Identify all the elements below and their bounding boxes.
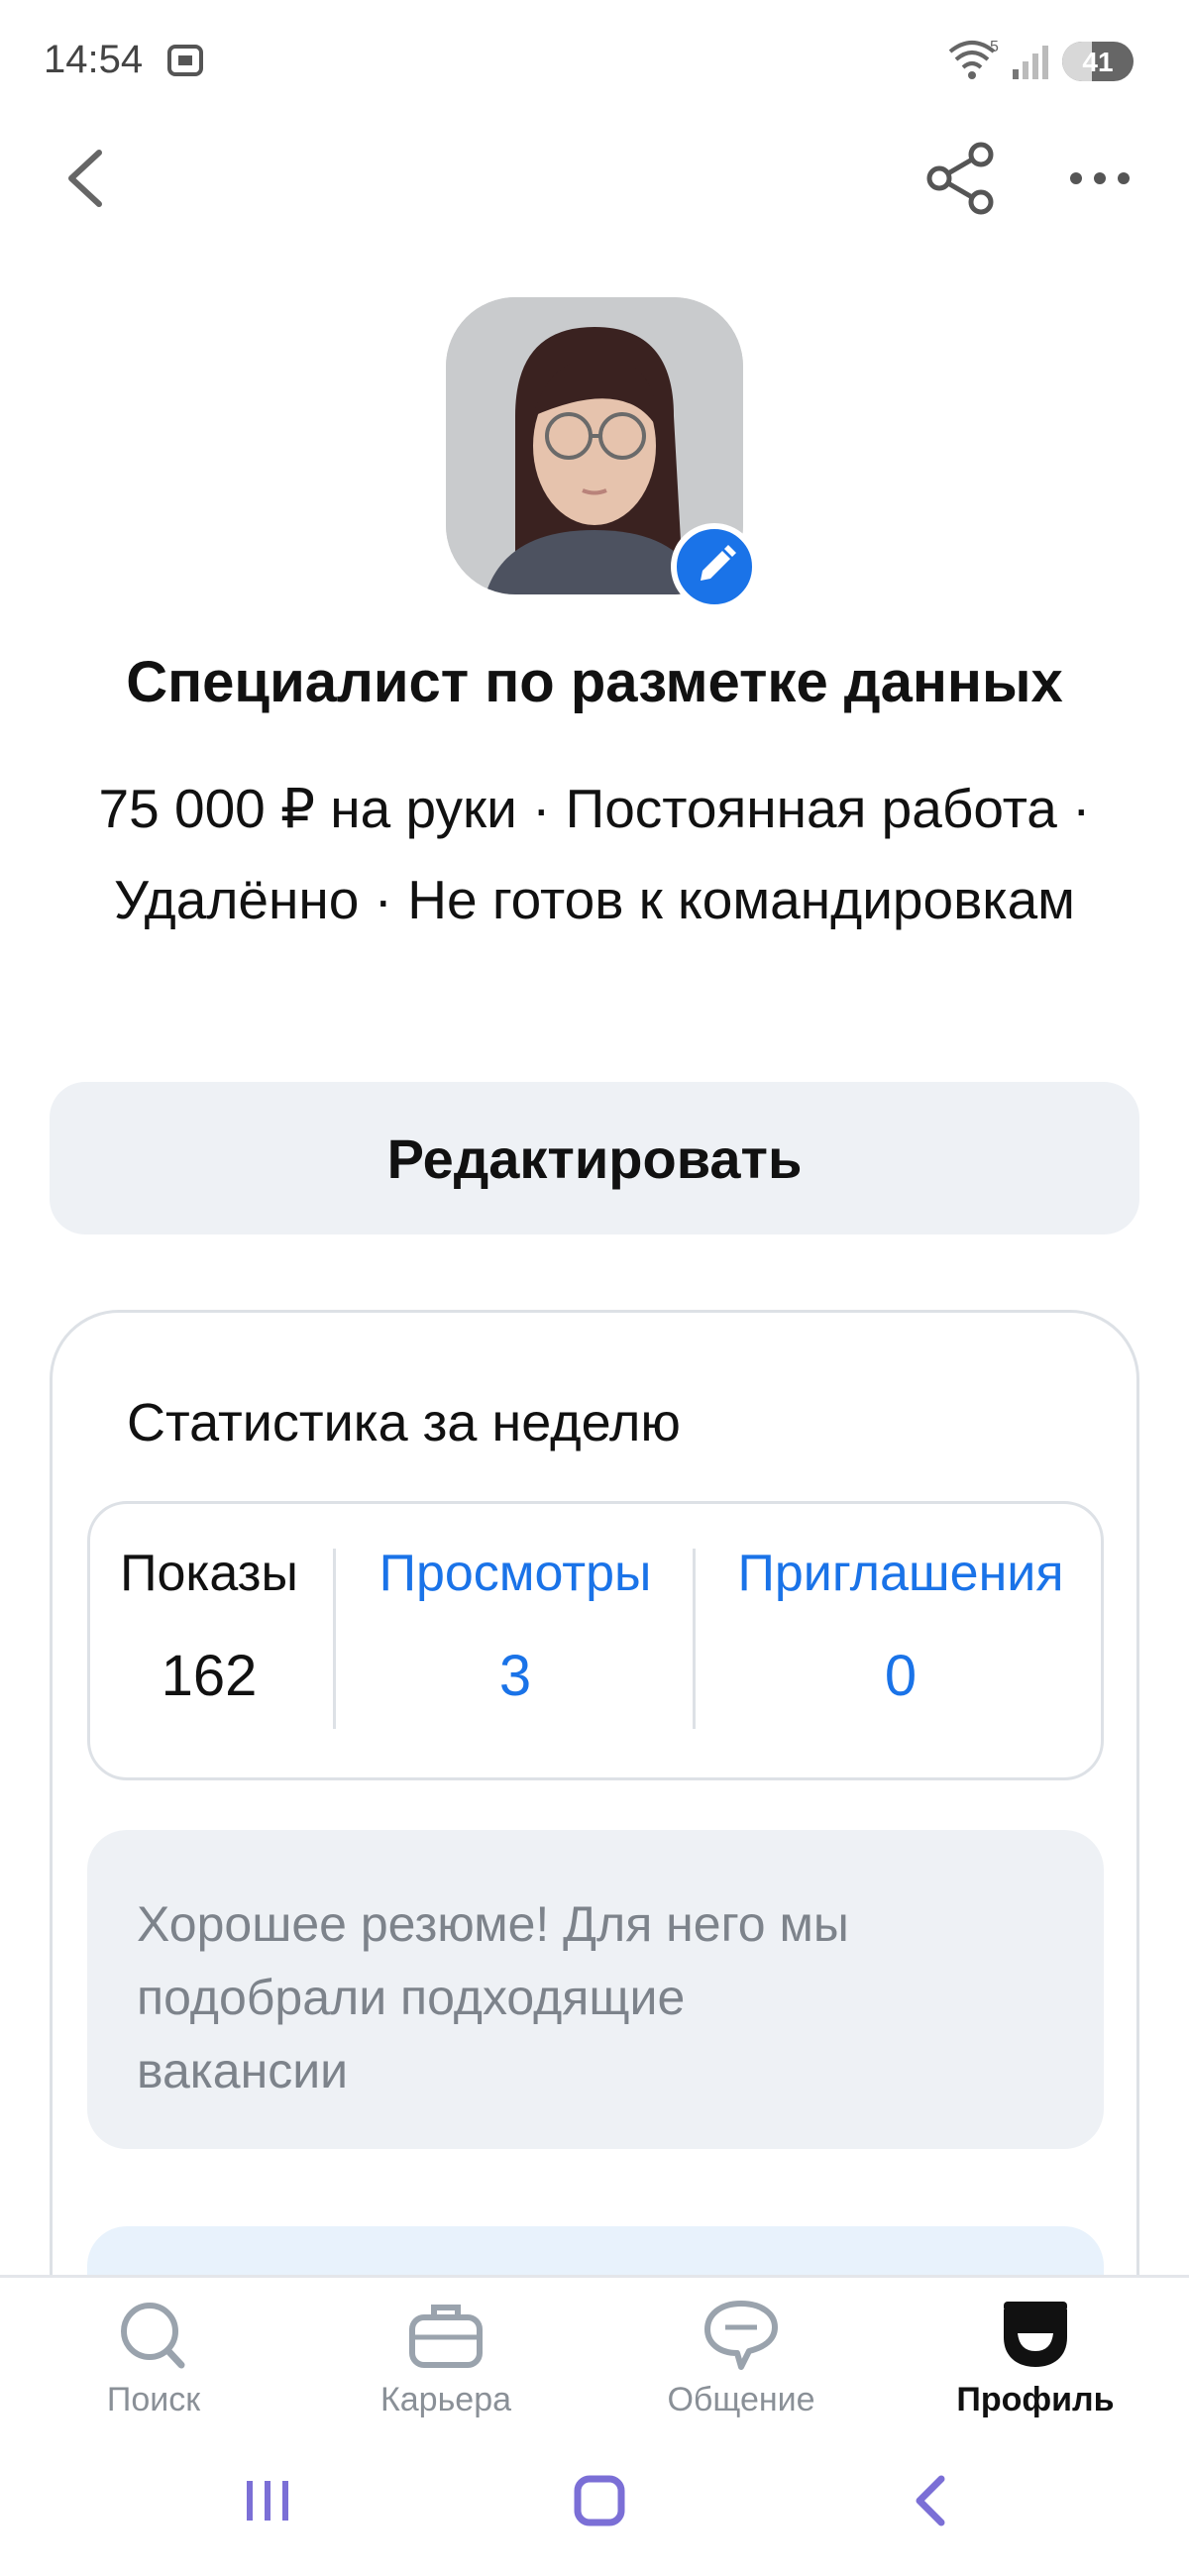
battery-level: 41 [1082, 47, 1114, 77]
stat-impressions: Показы 162 [90, 1544, 328, 1709]
nav-messages[interactable]: Общение [622, 2298, 860, 2419]
stat-value: 3 [498, 1644, 532, 1708]
battery-indicator: 41 [1062, 42, 1134, 81]
nav-profile[interactable]: Профиль [917, 2298, 1154, 2419]
resume-title: Специалист по разметке данных [126, 650, 1063, 714]
stats-box: Показы 162 Просмотры 3 Приглашения 0 [87, 1501, 1104, 1780]
nav-search[interactable]: Поиск [35, 2298, 272, 2419]
recent-apps-button[interactable] [238, 2471, 297, 2530]
nav-label: Поиск [106, 2381, 201, 2418]
status-bar: 14:54 5 41 [0, 0, 1189, 119]
advice-text: Хорошее резюме! Для него мы подобрали по… [137, 1896, 849, 2098]
profile-icon [1004, 2302, 1067, 2367]
stat-label: Показы [120, 1545, 298, 1602]
signal-icon [1013, 46, 1048, 79]
nav-label: Общение [667, 2381, 815, 2418]
nav-label: Карьера [379, 2381, 512, 2418]
stat-label: Приглашения [737, 1545, 1064, 1602]
divider [693, 1549, 696, 1729]
home-button[interactable] [570, 2471, 629, 2530]
wifi-badge: 5 [990, 39, 999, 55]
stat-value: 162 [161, 1644, 258, 1708]
back-button[interactable] [50, 139, 119, 218]
stats-title: Статистика за неделю [127, 1393, 681, 1452]
system-nav [0, 2423, 1189, 2576]
share-button[interactable] [921, 139, 1001, 218]
stat-label: Просмотры [378, 1545, 652, 1602]
nav-career[interactable]: Карьера [327, 2298, 565, 2419]
stat-value: 0 [884, 1644, 918, 1708]
screenshot-icon [167, 45, 203, 76]
advice-box[interactable]: Хорошее резюме! Для него мы подобрали по… [87, 1830, 1104, 2149]
search-icon [121, 2303, 185, 2369]
stat-invitations[interactable]: Приглашения 0 [697, 1544, 1105, 1709]
briefcase-icon [409, 2305, 483, 2368]
avatar-edit-button[interactable] [671, 523, 758, 610]
nav-label: Профиль [956, 2381, 1115, 2418]
stat-views[interactable]: Просмотры 3 [338, 1544, 693, 1709]
pencil-icon [701, 545, 736, 581]
edit-resume-button[interactable]: Редактировать [50, 1082, 1139, 1234]
system-back-button[interactable] [902, 2471, 961, 2530]
more-dots-button[interactable] [1060, 149, 1139, 208]
bottom-nav: Поиск Карьера Общение Профиль [0, 2275, 1189, 2423]
resume-details: 75 000 ₽ на руки · Постоянная работа · У… [98, 778, 1091, 930]
wifi-icon: 5 [948, 39, 999, 79]
chat-icon [704, 2301, 778, 2370]
status-time: 14:54 [44, 38, 144, 81]
divider [333, 1549, 336, 1729]
